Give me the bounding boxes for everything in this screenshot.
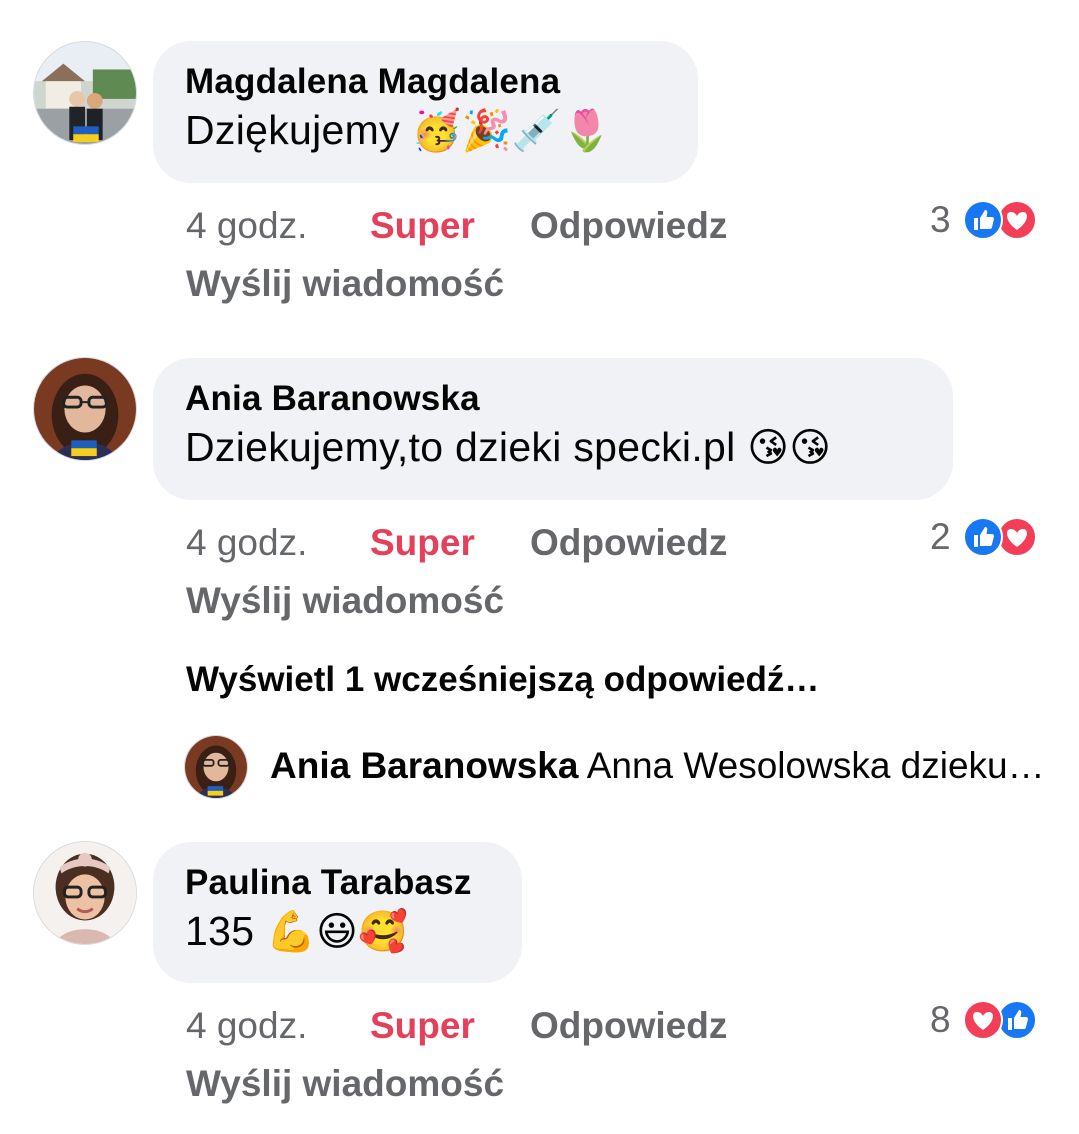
love-icon bbox=[963, 1000, 1003, 1040]
love-icon bbox=[997, 200, 1037, 240]
comment-bubble[interactable]: Magdalena Magdalena Dziękujemy 🥳🎉💉🌷 bbox=[153, 41, 698, 183]
comment-text: Dziękujemy 🥳🎉💉🌷 bbox=[185, 103, 698, 158]
reaction-summary[interactable]: 8 bbox=[930, 999, 1050, 1041]
comment-bubble[interactable]: Paulina Tarabasz 135 💪😃🥰 bbox=[153, 842, 522, 983]
avatar[interactable] bbox=[33, 357, 137, 461]
send-message-button[interactable]: Wyślij wiadomość bbox=[186, 263, 504, 305]
reply-preview[interactable]: Ania Baranowska Anna Wesolowska dzieku… bbox=[270, 745, 1045, 787]
super-reaction-button[interactable]: Super bbox=[370, 205, 475, 247]
comment-text: 135 💪😃🥰 bbox=[185, 904, 522, 959]
avatar-photo bbox=[34, 358, 136, 460]
comment-author[interactable]: Ania Baranowska bbox=[185, 378, 953, 420]
super-reaction-button[interactable]: Super bbox=[370, 1005, 475, 1047]
comment-author[interactable]: Paulina Tarabasz bbox=[185, 862, 522, 904]
reaction-summary[interactable]: 2 bbox=[930, 516, 1050, 558]
reply-author[interactable]: Ania Baranowska bbox=[270, 745, 578, 786]
like-icon bbox=[997, 1000, 1037, 1040]
avatar-photo bbox=[34, 842, 136, 944]
reaction-summary[interactable]: 3 bbox=[930, 199, 1050, 241]
timestamp[interactable]: 4 godz. bbox=[186, 205, 307, 247]
reaction-count: 8 bbox=[930, 999, 951, 1040]
avatar[interactable] bbox=[33, 41, 137, 145]
timestamp[interactable]: 4 godz. bbox=[186, 522, 307, 564]
comment-emojis: 😘😘 bbox=[747, 425, 832, 471]
view-previous-replies-link[interactable]: Wyświetl 1 wcześniejszą odpowiedź… bbox=[186, 660, 819, 700]
comment-text: Dziekujemy,to dzieki specki.pl 😘😘 bbox=[185, 420, 953, 475]
send-message-button[interactable]: Wyślij wiadomość bbox=[186, 1063, 504, 1105]
reaction-count: 3 bbox=[930, 199, 951, 240]
reply-text: Anna Wesolowska dzieku… bbox=[586, 745, 1045, 786]
avatar-photo bbox=[34, 42, 136, 144]
reaction-count: 2 bbox=[930, 516, 951, 557]
love-icon bbox=[997, 517, 1037, 557]
comment-body: 135 bbox=[185, 908, 255, 954]
reply-button[interactable]: Odpowiedz bbox=[530, 1005, 727, 1047]
reply-avatar[interactable] bbox=[184, 735, 248, 799]
send-message-button[interactable]: Wyślij wiadomość bbox=[186, 580, 504, 622]
reply-button[interactable]: Odpowiedz bbox=[530, 205, 727, 247]
reply-button[interactable]: Odpowiedz bbox=[530, 522, 727, 564]
comment-body: Dziękujemy bbox=[185, 107, 400, 153]
super-reaction-button[interactable]: Super bbox=[370, 522, 475, 564]
like-icon bbox=[963, 200, 1003, 240]
comment-emojis: 💪😃🥰 bbox=[266, 909, 409, 955]
comment-body: Dziekujemy,to dzieki specki.pl bbox=[185, 424, 736, 470]
comment-emojis: 🥳🎉💉🌷 bbox=[411, 108, 613, 154]
like-icon bbox=[963, 517, 1003, 557]
comment-bubble[interactable]: Ania Baranowska Dziekujemy,to dzieki spe… bbox=[153, 358, 953, 500]
comment-author[interactable]: Magdalena Magdalena bbox=[185, 61, 698, 103]
avatar-photo bbox=[185, 736, 247, 798]
avatar[interactable] bbox=[33, 841, 137, 945]
timestamp[interactable]: 4 godz. bbox=[186, 1005, 307, 1047]
